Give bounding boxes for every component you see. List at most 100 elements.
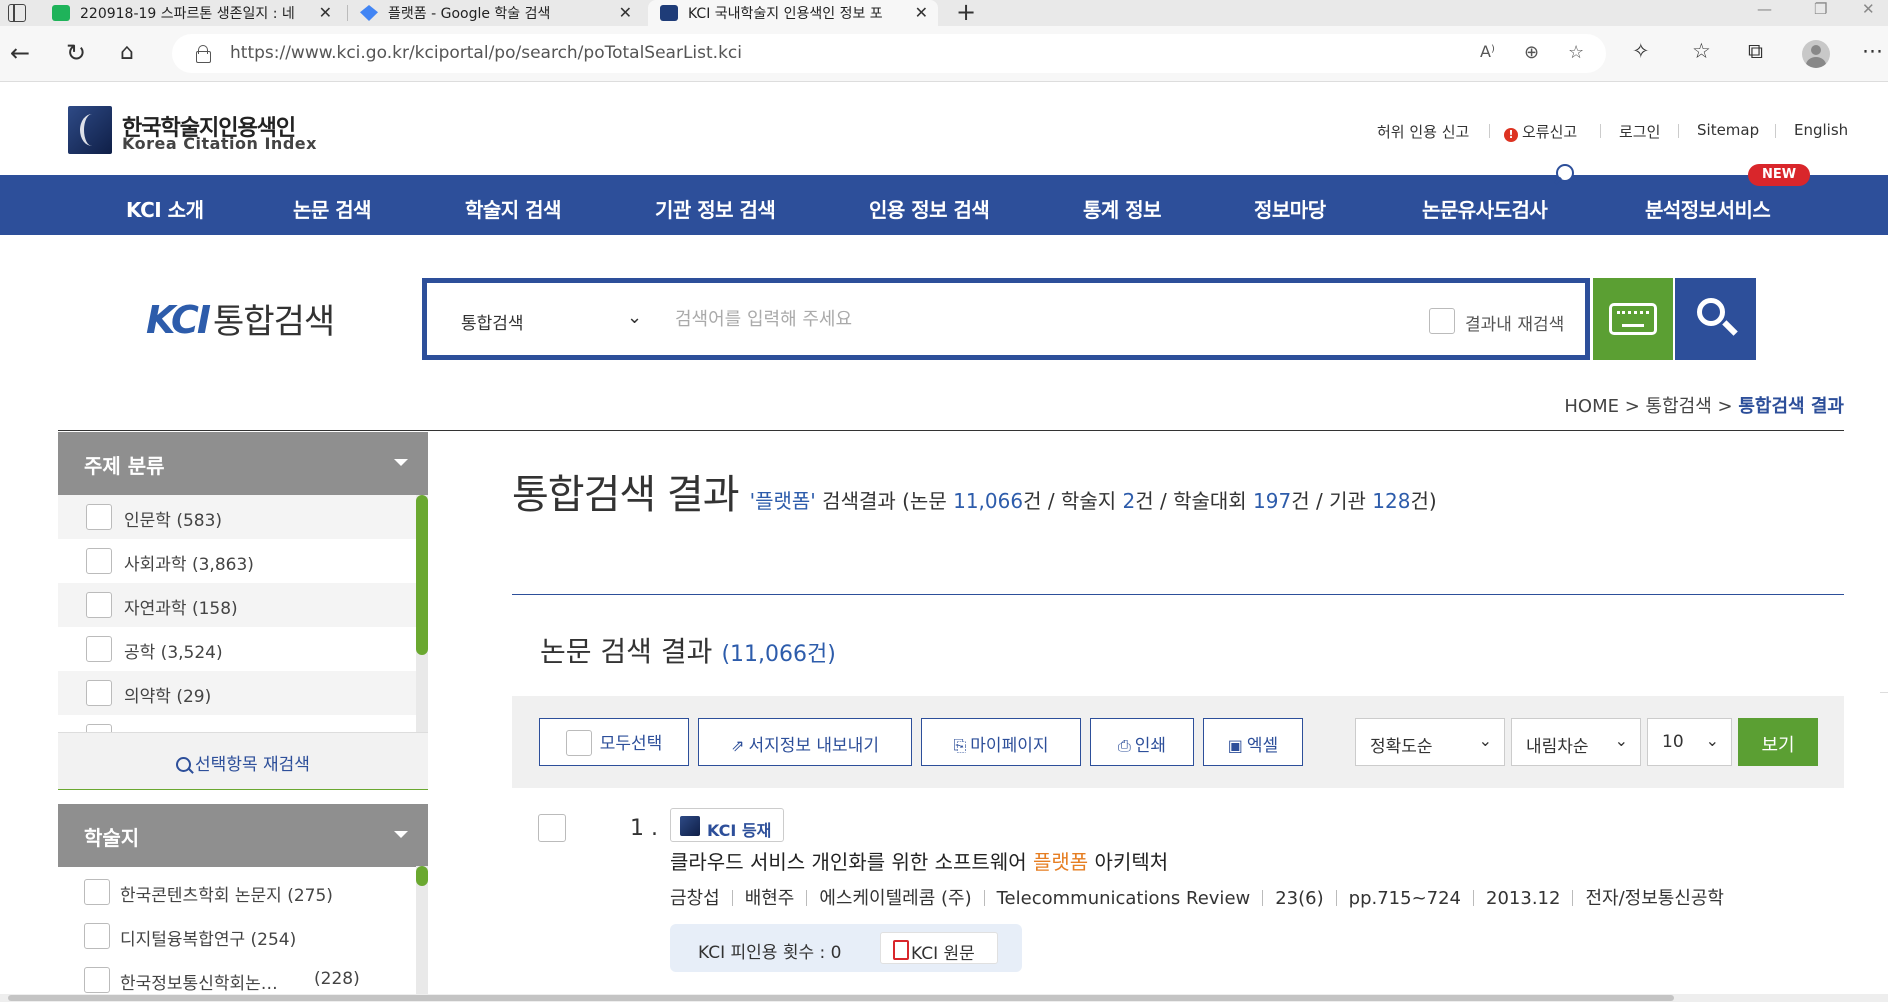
search-scope-select[interactable]: 통합검색 bbox=[461, 309, 524, 334]
close-tab-icon[interactable]: ✕ bbox=[915, 3, 928, 22]
facet-item[interactable]: 공학 (3,524) bbox=[58, 627, 428, 671]
facet-checkbox[interactable] bbox=[86, 680, 112, 706]
profile-avatar[interactable] bbox=[1802, 40, 1830, 68]
view-button[interactable]: 보기 bbox=[1738, 718, 1818, 766]
article-title-link[interactable]: 클라우드 서비스 개인화를 위한 소프트웨어 플랫폼 아키텍처 bbox=[670, 846, 1168, 875]
scrollbar-thumb[interactable] bbox=[8, 995, 1674, 1001]
facet-checkbox[interactable] bbox=[86, 636, 112, 662]
breadcrumb-home[interactable]: HOME bbox=[1564, 396, 1619, 417]
scrollbar-thumb[interactable] bbox=[416, 495, 428, 655]
gnb-institution-search[interactable]: 기관 정보 검색 bbox=[655, 194, 776, 223]
browser-tab-scholar[interactable]: 플랫폼 - Google 학술 검색 ✕ bbox=[360, 0, 642, 26]
browser-tab-kci[interactable]: KCI 국내학술지 인용색인 정보 포 ✕ bbox=[648, 0, 938, 26]
facet-item[interactable]: 사회과학 (3,863) bbox=[58, 539, 428, 583]
logo-english[interactable]: Korea Citation Index bbox=[122, 134, 317, 153]
mypage-label: 마이페이지 bbox=[970, 736, 1049, 756]
gnb-statistics[interactable]: 통계 정보 bbox=[1083, 194, 1162, 223]
research-selected-button[interactable]: 선택항목 재검색 bbox=[58, 732, 428, 790]
facet-item[interactable]: 의약학 (29) bbox=[58, 671, 428, 715]
facet-subject-list: 인문학 (583) 사회과학 (3,863) 자연과학 (158) 공학 (3,… bbox=[58, 495, 428, 732]
facet-checkbox[interactable] bbox=[84, 923, 110, 949]
facet-item[interactable]: 디지털융복합연구 (254) bbox=[58, 914, 428, 958]
gnb-citation-search[interactable]: 인용 정보 검색 bbox=[869, 194, 990, 223]
facet-checkbox[interactable] bbox=[84, 967, 110, 993]
kci-logo-icon[interactable] bbox=[68, 106, 112, 154]
util-link-false-citation[interactable]: 허위 인용 신고 bbox=[1377, 121, 1469, 142]
tab-actions-icon[interactable] bbox=[8, 4, 26, 22]
new-tab-icon[interactable]: + bbox=[956, 0, 976, 26]
util-link-error-report[interactable]: ! 오류신고 bbox=[1504, 121, 1577, 142]
gnb-info-plaza[interactable]: 정보마당 bbox=[1254, 194, 1326, 223]
util-link-sitemap[interactable]: Sitemap bbox=[1697, 121, 1759, 139]
url-text[interactable]: https://www.kci.go.kr/kciportal/po/searc… bbox=[230, 43, 742, 63]
util-link-english[interactable]: English bbox=[1794, 121, 1848, 139]
author-link[interactable]: 금창섭 bbox=[670, 884, 720, 910]
facet-journal-header[interactable]: 학술지 bbox=[58, 804, 428, 867]
export-bib-button[interactable]: ⇗ 서지정보 내보내기 bbox=[698, 718, 912, 766]
search-button[interactable] bbox=[1675, 278, 1756, 360]
lock-icon[interactable] bbox=[196, 45, 211, 63]
close-window-icon[interactable]: ✕ bbox=[1862, 0, 1875, 18]
summary-journal-count: 2 bbox=[1122, 489, 1136, 513]
read-aloud-icon[interactable]: A⁾ bbox=[1480, 42, 1495, 61]
minimize-icon[interactable]: — bbox=[1757, 0, 1772, 18]
restore-icon[interactable]: ❐ bbox=[1814, 0, 1827, 18]
facet-checkbox[interactable] bbox=[86, 504, 112, 530]
mypage-button[interactable]: ⎘ 마이페이지 bbox=[921, 718, 1081, 766]
gnb-kci-intro[interactable]: KCI 소개 bbox=[126, 194, 204, 223]
util-link-login[interactable]: 로그인 bbox=[1619, 121, 1660, 142]
facet-checkbox[interactable] bbox=[86, 724, 112, 732]
chevron-down-icon[interactable]: ⌄ bbox=[627, 307, 642, 328]
facet-checkbox[interactable] bbox=[86, 592, 112, 618]
journal-link[interactable]: Telecommunications Review bbox=[997, 888, 1251, 909]
research-within-label[interactable]: 결과내 재검색 bbox=[1465, 310, 1564, 335]
facet-item[interactable]: 한국콘텐츠학회 논문지 (275) bbox=[58, 870, 428, 914]
gnb-paper-search[interactable]: 논문 검색 bbox=[293, 194, 372, 223]
facet-journal-scrollbar[interactable] bbox=[416, 866, 428, 994]
page-horizontal-scrollbar[interactable] bbox=[0, 994, 1888, 1002]
result-checkbox[interactable] bbox=[538, 814, 566, 842]
refresh-icon[interactable]: ↻ bbox=[66, 38, 86, 68]
gnb-similarity-check[interactable]: 논문유사도검사 bbox=[1422, 194, 1548, 223]
sort-field-select[interactable]: 정확도순 ⌄ bbox=[1355, 718, 1505, 766]
gnb-analysis-service[interactable]: 분석정보서비스 bbox=[1645, 194, 1771, 223]
tab-title: 220918-19 스파르톤 생존일지 : 네 bbox=[80, 6, 295, 22]
favorites-icon[interactable]: ☆ bbox=[1692, 39, 1711, 63]
close-tab-icon[interactable]: ✕ bbox=[319, 3, 332, 22]
breadcrumb-total-search[interactable]: 통합검색 bbox=[1646, 396, 1712, 417]
volume-link[interactable]: 23(6) bbox=[1275, 888, 1323, 909]
select-all-checkbox[interactable] bbox=[565, 730, 592, 756]
facet-item[interactable]: 한국정보통신학회논… (228) bbox=[58, 958, 428, 994]
author-link[interactable]: 배현주 bbox=[745, 884, 795, 910]
select-all-button[interactable]: 모두선택 bbox=[539, 718, 689, 766]
favorite-add-icon[interactable]: ☆ bbox=[1568, 42, 1584, 63]
back-icon[interactable]: ← bbox=[10, 38, 30, 68]
extensions-icon[interactable]: ✧ bbox=[1632, 39, 1650, 63]
scrollbar-thumb[interactable] bbox=[416, 866, 428, 886]
facet-item[interactable]: 자연과학 (158) bbox=[58, 583, 428, 627]
facet-item[interactable]: 인문학 (583) bbox=[58, 495, 428, 539]
facet-subject-header[interactable]: 주제 분류 bbox=[58, 432, 428, 495]
facet-subject-scrollbar[interactable] bbox=[416, 495, 428, 732]
more-menu-icon[interactable]: ⋯ bbox=[1862, 39, 1883, 63]
publisher-link[interactable]: 에스케이텔레콤 (주) bbox=[819, 884, 971, 910]
facet-checkbox[interactable] bbox=[84, 879, 110, 905]
home-icon[interactable]: ⌂ bbox=[120, 38, 134, 68]
excel-button[interactable]: ▣ 엑셀 bbox=[1203, 718, 1303, 766]
search-input[interactable] bbox=[675, 297, 1235, 341]
collections-icon[interactable]: ⧉ bbox=[1748, 39, 1763, 64]
close-tab-icon[interactable]: ✕ bbox=[619, 3, 632, 22]
address-bar[interactable]: https://www.kci.go.kr/kciportal/po/searc… bbox=[172, 34, 1606, 73]
print-button[interactable]: ⎙ 인쇄 bbox=[1090, 718, 1194, 766]
facet-title: 학술지 bbox=[84, 826, 140, 850]
facet-item-partial[interactable] bbox=[58, 715, 428, 732]
kci-fulltext-button[interactable]: KCI 원문 bbox=[880, 932, 998, 964]
research-within-checkbox[interactable] bbox=[1429, 308, 1455, 334]
virtual-keyboard-button[interactable] bbox=[1593, 278, 1673, 360]
facet-checkbox[interactable] bbox=[86, 548, 112, 574]
zoom-icon[interactable]: ⊕ bbox=[1524, 42, 1539, 63]
browser-tab-blog[interactable]: 220918-19 스파르톤 생존일지 : 네 ✕ bbox=[52, 0, 342, 26]
page-size-select[interactable]: 10 ⌄ bbox=[1647, 718, 1732, 766]
sort-order-select[interactable]: 내림차순 ⌄ bbox=[1511, 718, 1641, 766]
gnb-journal-search[interactable]: 학술지 검색 bbox=[465, 194, 561, 223]
